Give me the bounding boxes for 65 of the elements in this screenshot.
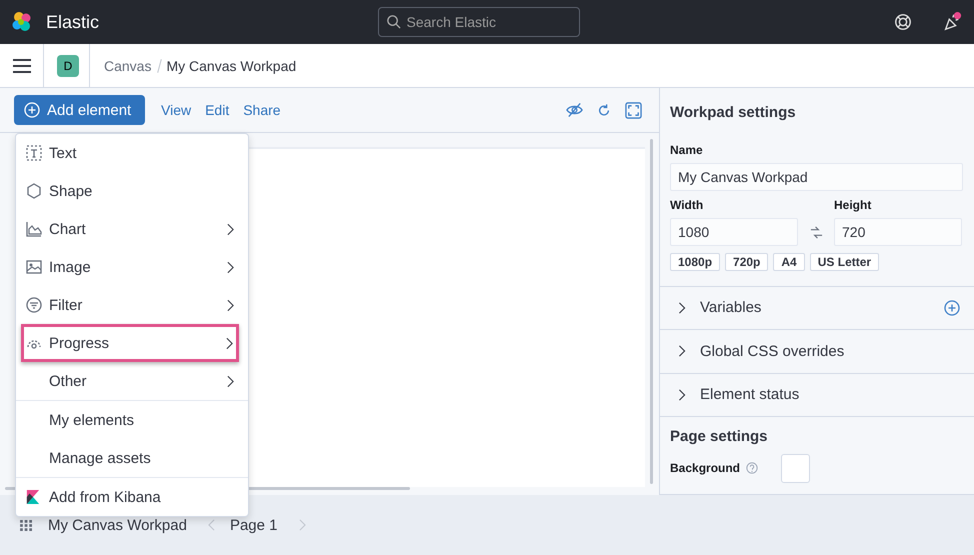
- field-label: Height: [834, 198, 872, 212]
- name-field[interactable]: My Canvas Workpad: [670, 163, 963, 191]
- width-field[interactable]: 1080: [670, 218, 798, 246]
- menu-item[interactable]: Chart: [16, 210, 248, 248]
- space-avatar[interactable]: D: [57, 54, 79, 76]
- chevron-right-icon: [676, 302, 688, 314]
- accordion-row[interactable]: Variables: [660, 286, 974, 330]
- preset-button[interactable]: A4: [773, 252, 805, 271]
- hexagon-icon: [26, 183, 42, 199]
- color-swatch[interactable]: [781, 454, 810, 483]
- chevron-right-icon: [227, 374, 234, 388]
- chevron-right-icon: [676, 345, 688, 358]
- scrollbar[interactable]: [650, 139, 653, 484]
- field-label: Background: [670, 461, 740, 476]
- menu-item[interactable]: Manage assets: [16, 439, 248, 477]
- menu-item[interactable]: Image: [16, 248, 248, 286]
- swap-icon[interactable]: [810, 226, 823, 239]
- menu-item[interactable]: Shape: [16, 172, 248, 210]
- help-icon[interactable]: [894, 13, 912, 31]
- brand-name: Elastic: [46, 12, 100, 32]
- menu-item[interactable]: Text: [16, 134, 248, 172]
- image-icon: [26, 259, 42, 275]
- text-icon: [26, 145, 42, 161]
- accordion-row[interactable]: Global CSS overrides: [660, 330, 974, 374]
- search-field[interactable]: Search Elastic: [378, 7, 580, 37]
- menu-item[interactable]: Add from Kibana: [16, 478, 248, 516]
- hide-icon[interactable]: [566, 102, 583, 118]
- breadcrumb: My Canvas Workpad: [166, 58, 296, 74]
- add-icon[interactable]: [944, 300, 960, 316]
- chevron-right-icon: [226, 336, 233, 350]
- panel-title: Workpad settings: [669, 103, 797, 121]
- page-label: Page 1: [230, 516, 278, 534]
- preset-button[interactable]: 1080p: [670, 252, 720, 271]
- chevron-right-icon: [676, 388, 688, 401]
- chevron-right-icon: [227, 222, 234, 236]
- preset-button[interactable]: US Letter: [810, 252, 880, 271]
- workpad-name: My Canvas Workpad: [48, 516, 187, 534]
- field-label: Name: [669, 142, 704, 159]
- breadcrumb[interactable]: Canvas: [104, 58, 152, 74]
- height-field[interactable]: 720: [834, 218, 962, 246]
- toolbar-link[interactable]: View: [161, 102, 192, 118]
- filter-icon: [26, 297, 42, 313]
- chevron-right-icon: [227, 260, 234, 274]
- accordion-row[interactable]: Element status: [660, 374, 974, 417]
- menu-item[interactable]: Filter: [16, 286, 248, 324]
- news-icon[interactable]: [942, 12, 962, 32]
- field-label: Width: [670, 198, 704, 212]
- toolbar-link[interactable]: Share: [243, 102, 281, 118]
- refresh-icon[interactable]: [597, 102, 611, 118]
- search-icon: [386, 14, 400, 29]
- add-element-button[interactable]: Add element: [14, 95, 145, 125]
- section-title: Page settings: [669, 426, 769, 445]
- menu-item[interactable]: My elements: [16, 401, 248, 439]
- help-icon: [746, 462, 758, 474]
- preset-button[interactable]: 720p: [725, 252, 768, 271]
- chevron-right-icon: [227, 298, 234, 312]
- menu-item[interactable]: Progress: [21, 324, 239, 362]
- fullscreen-icon[interactable]: [625, 102, 642, 118]
- chart-icon: [26, 221, 42, 237]
- grid-icon[interactable]: [20, 520, 33, 530]
- toolbar-link[interactable]: Edit: [205, 102, 230, 118]
- kibana-icon: [26, 489, 40, 505]
- menu-icon[interactable]: [13, 58, 31, 72]
- add-icon: [24, 102, 40, 118]
- menu-item[interactable]: Other: [16, 362, 248, 400]
